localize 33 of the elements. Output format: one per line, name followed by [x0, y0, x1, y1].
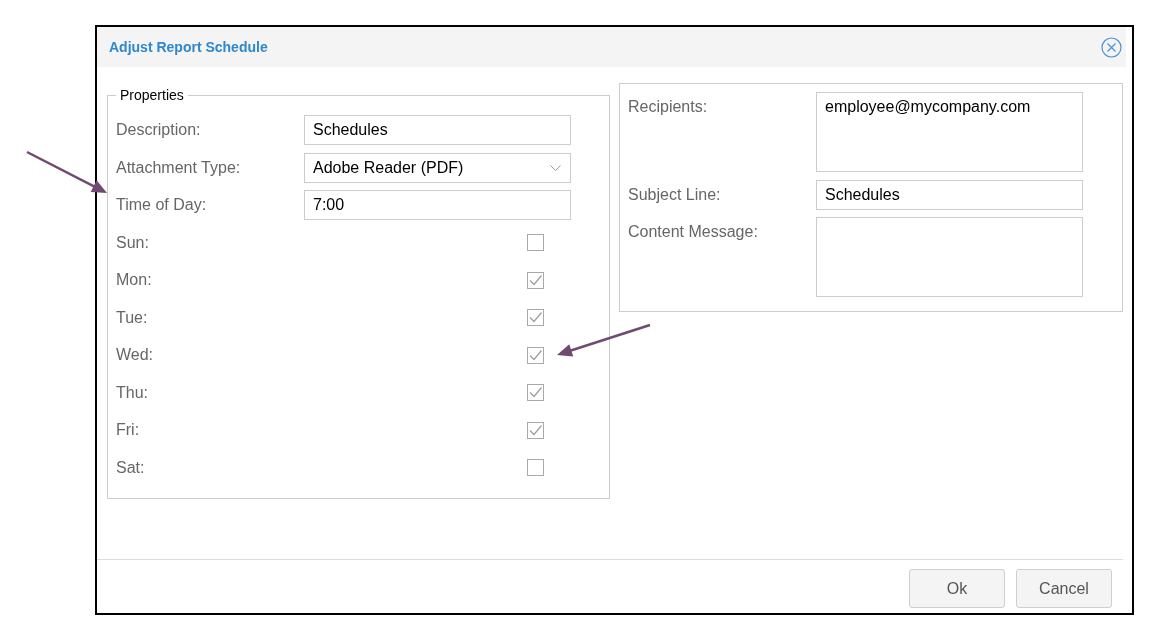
checked-checkbox[interactable]: [527, 309, 544, 326]
day-label: Tue:: [116, 307, 149, 328]
cancel-button[interactable]: Cancel: [1016, 569, 1112, 608]
field-label: Attachment Type:: [116, 157, 242, 178]
select-field[interactable]: Adobe Reader (PDF): [304, 152, 571, 183]
input-field[interactable]: Schedules: [304, 115, 571, 145]
textarea-field[interactable]: [816, 217, 1083, 297]
checked-checkbox[interactable]: [527, 271, 544, 289]
field-label: Subject Line:: [628, 185, 722, 204]
day-label: Fri:: [116, 420, 141, 440]
day-label: Thu:: [116, 382, 149, 403]
chevron-down-icon: [550, 164, 561, 171]
close-icon: [1100, 36, 1122, 58]
checked-checkbox[interactable]: [527, 346, 544, 364]
day-label: Wed:: [116, 345, 155, 365]
input-field[interactable]: Schedules: [816, 179, 1083, 210]
input-field[interactable]: 7:00: [304, 190, 571, 220]
day-label: Sat:: [116, 457, 146, 478]
checkbox[interactable]: [527, 234, 544, 251]
textarea-field[interactable]: employee@mycompany.com: [816, 92, 1083, 172]
field-label: Time of Day:: [116, 195, 208, 215]
field-label: Content Message:: [628, 222, 759, 241]
field-label: Description:: [116, 120, 202, 140]
checked-checkbox[interactable]: [527, 384, 544, 401]
field-label: Recipients:: [628, 97, 709, 116]
close-button[interactable]: [1100, 36, 1122, 58]
dialog-title: Adjust Report Schedule: [109, 37, 268, 57]
day-label: Sun:: [116, 232, 150, 253]
ok-button[interactable]: Ok: [909, 569, 1005, 608]
checkbox[interactable]: [527, 459, 544, 476]
day-label: Mon:: [116, 270, 153, 290]
group-title: Properties: [119, 86, 185, 104]
checked-checkbox[interactable]: [527, 421, 544, 439]
